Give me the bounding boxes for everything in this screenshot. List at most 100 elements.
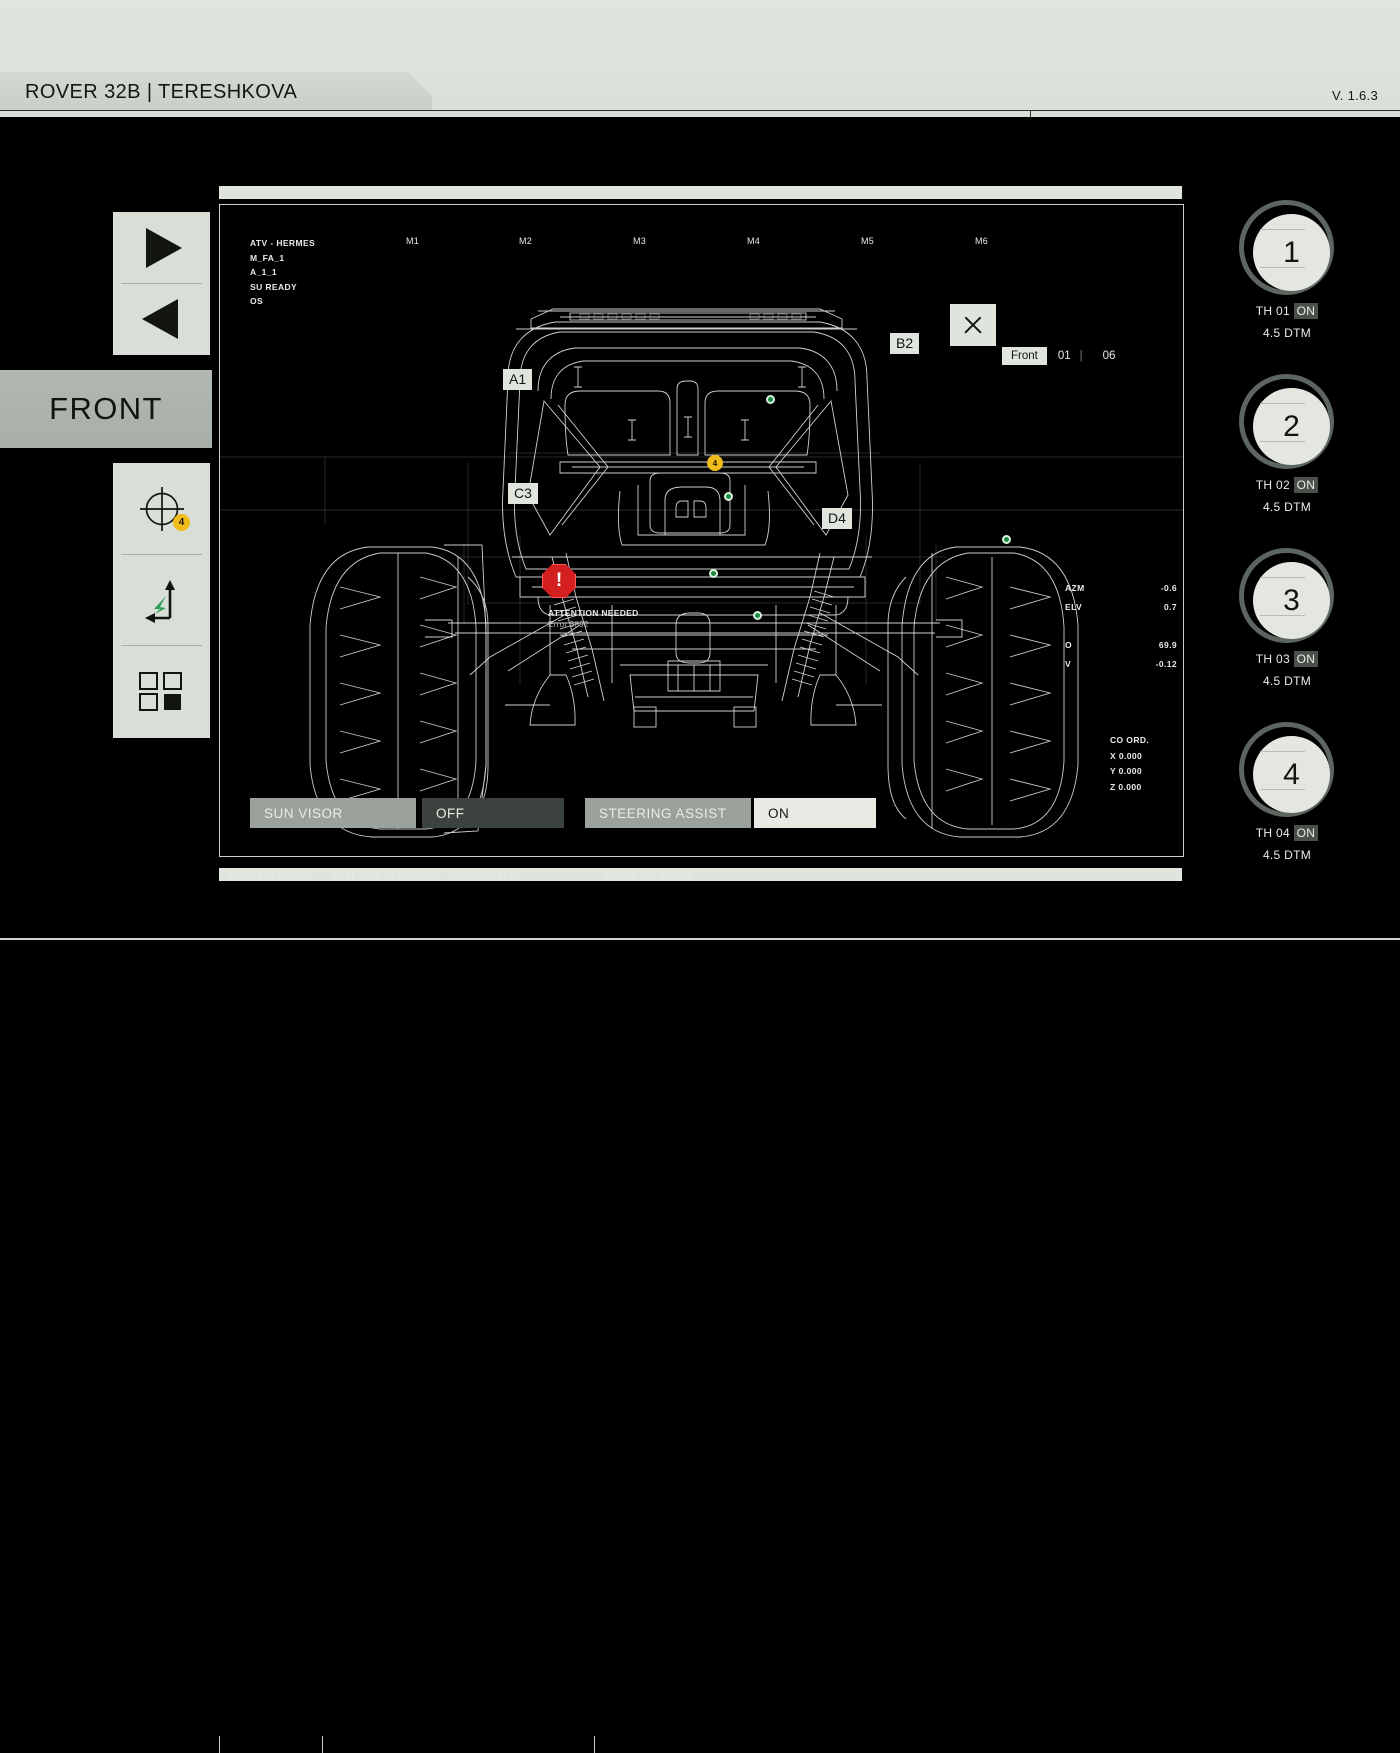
callout-a1[interactable]: A1 xyxy=(503,369,532,390)
thruster-tick-bottom-4 xyxy=(1260,789,1305,790)
triangle-right-icon xyxy=(146,228,182,268)
grid-quadrants-icon xyxy=(136,669,188,713)
thruster-sub-1: 4.5 DTM xyxy=(1237,326,1337,340)
app-root: ROVER 32B | TERESHKOVA V. 1.6.3 FRONT 4 xyxy=(0,0,1400,1050)
status-text-beam-sim: BEAM SIM ONLINE xyxy=(228,871,313,881)
meta-line-4: OS xyxy=(250,294,315,309)
alert-octagon-icon: ! xyxy=(542,564,576,598)
readout-block: AZM -0.6 ELV 0.7 O 69.9 V -0.12 xyxy=(1065,583,1177,678)
close-x-icon xyxy=(962,314,984,336)
attention-warning[interactable]: ! ATTENTION NEEDED Error 3892 xyxy=(542,564,576,598)
status-dot-green-2[interactable] xyxy=(724,492,733,501)
status-dot-green-1[interactable] xyxy=(766,395,775,404)
thruster-label-1: TH 01 ON xyxy=(1237,304,1337,318)
readout-row-spacer xyxy=(1065,621,1177,640)
header-divider-tick xyxy=(1030,110,1031,118)
coordinate-y: Y 0.000 xyxy=(1110,764,1149,780)
readout-row-v: V -0.12 xyxy=(1065,659,1177,678)
thruster-tick-bottom-3 xyxy=(1260,615,1305,616)
thruster-dial-face-2: 2 xyxy=(1253,388,1330,465)
thruster-dial-face-1: 1 xyxy=(1253,214,1330,291)
attention-code: Error 3892 xyxy=(548,620,589,629)
current-view-label: FRONT xyxy=(49,391,163,427)
thruster-unit-1[interactable]: 1 TH 01 ON 4.5 DTM xyxy=(1239,200,1359,374)
thruster-tick-top-2 xyxy=(1260,403,1305,404)
next-view-button[interactable] xyxy=(113,212,210,283)
readout-row-elv: ELV 0.7 xyxy=(1065,602,1177,621)
rover-viewport[interactable]: ATV - HERMES M_FA_1 A_1_1 SU READY OS M1… xyxy=(219,204,1184,857)
thruster-label-text-3: TH 03 xyxy=(1256,652,1294,666)
thruster-state-4: ON xyxy=(1294,825,1319,841)
thruster-sub-2: 4.5 DTM xyxy=(1237,500,1337,514)
ruler-tick-m6: M6 xyxy=(975,236,988,246)
thruster-sub-4: 4.5 DTM xyxy=(1237,848,1337,862)
thruster-dial-1[interactable]: 1 xyxy=(1239,200,1334,295)
ruler-tick-m5: M5 xyxy=(861,236,874,246)
readout-key-o: O xyxy=(1065,640,1072,650)
status-dot-green-3[interactable] xyxy=(1002,535,1011,544)
thruster-dial-2[interactable]: 2 xyxy=(1239,374,1334,469)
ruler-tick-m2: M2 xyxy=(519,236,532,246)
view-selector[interactable]: Front 01 | 06 xyxy=(1002,347,1115,365)
callout-c3[interactable]: C3 xyxy=(508,483,538,504)
version-label: V. 1.6.3 xyxy=(1332,88,1378,103)
sun-visor-label: SUN VISOR xyxy=(250,798,416,828)
status-dot-green-4[interactable] xyxy=(709,569,718,578)
steering-assist-label: STEERING ASSIST xyxy=(585,798,751,828)
ruler-tick-m1: M1 xyxy=(406,236,419,246)
meta-line-2: A_1_1 xyxy=(250,265,315,280)
rover-wireframe-diagram xyxy=(220,205,1183,856)
thruster-dial-4[interactable]: 4 xyxy=(1239,722,1334,817)
thruster-tick-top-4 xyxy=(1260,751,1305,752)
sun-visor-toggle[interactable]: OFF xyxy=(422,798,564,828)
thruster-label-text-4: TH 04 xyxy=(1256,826,1294,840)
status-dot-green-5[interactable] xyxy=(753,611,762,620)
readout-value-elv: 0.7 xyxy=(1164,602,1177,612)
coordinates-block: CO ORD. X 0.000 Y 0.000 Z 0.000 xyxy=(1110,733,1149,795)
axis-tool-button[interactable] xyxy=(113,554,210,645)
coordinate-x: X 0.000 xyxy=(1110,749,1149,765)
status-dot-yellow[interactable]: 4 xyxy=(707,455,723,471)
thruster-state-3: ON xyxy=(1294,651,1319,667)
callout-d4[interactable]: D4 xyxy=(822,508,852,529)
readout-key-elv: ELV xyxy=(1065,602,1082,612)
viewport-top-bar-right[interactable] xyxy=(1062,186,1182,199)
current-view-panel[interactable]: FRONT xyxy=(0,370,212,448)
view-selector-chip[interactable]: Front xyxy=(1002,347,1047,365)
meta-line-1: M_FA_1 xyxy=(250,251,315,266)
thruster-number-1: 1 xyxy=(1283,238,1300,268)
thruster-dial-3[interactable]: 3 xyxy=(1239,548,1334,643)
steering-assist-toggle[interactable]: ON xyxy=(754,798,876,828)
thruster-dial-face-4: 4 xyxy=(1253,736,1330,813)
view-selector-total: 06 xyxy=(1103,350,1116,362)
close-viewport-button[interactable] xyxy=(950,304,996,346)
ruler-tick-m4: M4 xyxy=(747,236,760,246)
thruster-tick-top-3 xyxy=(1260,577,1305,578)
attention-title: ATTENTION NEEDED xyxy=(548,608,639,618)
thruster-unit-4[interactable]: 4 TH 04 ON 4.5 DTM xyxy=(1239,722,1359,896)
view-selector-current: 01 xyxy=(1058,350,1071,362)
readout-value-v: -0.12 xyxy=(1156,659,1177,669)
layout-tool-button[interactable] xyxy=(113,645,210,736)
readout-value-o: 69.9 xyxy=(1159,640,1177,650)
target-tool-button[interactable]: 4 xyxy=(113,463,210,554)
view-nav-group xyxy=(113,212,210,355)
thruster-dial-face-3: 3 xyxy=(1253,562,1330,639)
thruster-number-4: 4 xyxy=(1283,760,1300,790)
thruster-number-3: 3 xyxy=(1283,586,1300,616)
meta-line-3: SU READY xyxy=(250,280,315,295)
thruster-unit-2[interactable]: 2 TH 02 ON 4.5 DTM xyxy=(1239,374,1359,548)
coordinate-z: Z 0.000 xyxy=(1110,780,1149,796)
thruster-label-2: TH 02 ON xyxy=(1237,478,1337,492)
triangle-left-icon xyxy=(142,299,178,339)
target-tool-badge: 4 xyxy=(173,514,190,531)
prev-view-button[interactable] xyxy=(113,283,210,354)
axis-gizmo-icon xyxy=(136,574,188,626)
thruster-state-2: ON xyxy=(1294,477,1319,493)
bottom-rule xyxy=(0,938,1400,940)
callout-b2[interactable]: B2 xyxy=(890,333,919,354)
thruster-label-4: TH 04 ON xyxy=(1237,826,1337,840)
tool-group: 4 xyxy=(113,463,210,738)
thruster-unit-3[interactable]: 3 TH 03 ON 4.5 DTM xyxy=(1239,548,1359,722)
readout-row-azm: AZM -0.6 xyxy=(1065,583,1177,602)
